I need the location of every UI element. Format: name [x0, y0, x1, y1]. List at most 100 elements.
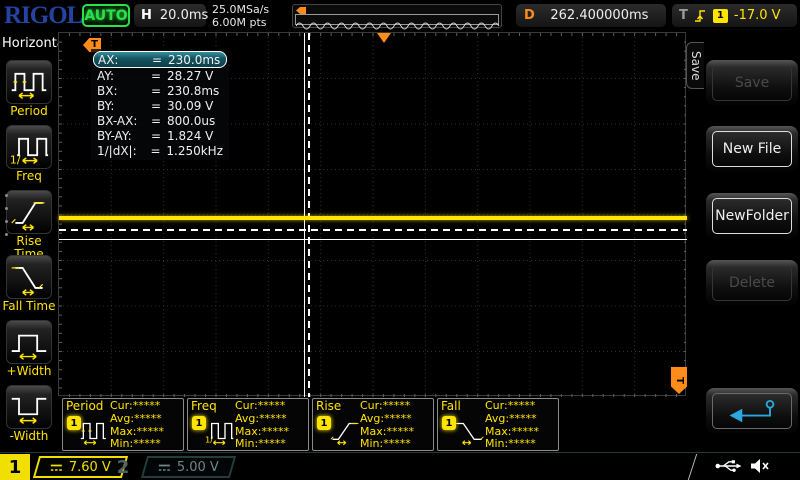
freq-key[interactable]: 1/ [6, 125, 52, 169]
menu-item-fall-time[interactable]: Fall Time [0, 255, 58, 313]
rigol-logo: RIGOL [4, 2, 82, 30]
channel2-scale-box: 5.00 V [141, 456, 236, 478]
minus-width-icon [8, 387, 50, 427]
speaker-muted-icon [750, 458, 770, 474]
horizontal-scale-box: H 20.0ms [134, 4, 206, 27]
svg-text:1/: 1/ [10, 153, 21, 166]
horizontal-scale-value: 20.0ms [160, 8, 208, 23]
new-file-button[interactable]: New File [706, 126, 798, 172]
memory-depth: 6.00M pts [212, 16, 269, 29]
status-bar-divider [688, 454, 697, 480]
trigger-delay-box: D 262.400000ms [516, 4, 666, 27]
fall-time-key[interactable] [6, 255, 52, 299]
channel-status-bar: 1 7.60 V 2 5.00 V [0, 452, 800, 480]
period-icon [8, 62, 50, 102]
channel2-scale: 5.00 V [177, 460, 219, 475]
channel-badge: 1 [317, 416, 331, 430]
fall-time-icon [8, 257, 50, 297]
cursor-row-ay: AY:=28.27 V [93, 68, 227, 83]
cursor-row-by: BY:=30.09 V [93, 98, 227, 113]
new-folder-button[interactable]: NewFolder [706, 193, 798, 239]
return-arrow-icon [722, 398, 782, 424]
cursor-row-inverse-dx: 1/|dX|:=1.250kHz [93, 143, 227, 158]
cursor-readout-panel: AX:=230.0ms AY:=28.27 V BX:=230.8ms BY:=… [91, 49, 229, 160]
trigger-info-box: T 1 -17.0 V [672, 4, 797, 27]
delete-button[interactable]: Delete [706, 260, 798, 306]
dc-coupling-icon [158, 462, 171, 472]
status-icons [714, 458, 770, 474]
channel-badge: 1 [67, 416, 81, 430]
menu-item-label: -Width [0, 430, 58, 443]
horizontal-label: H [141, 8, 152, 23]
measure-panel-rise[interactable]: Rise 1 Cur:***** Avg:***** Max:***** Min… [312, 398, 434, 451]
menu-item-plus-width[interactable]: +Width [0, 320, 58, 378]
cursor-b-horizontal-line[interactable] [59, 229, 687, 231]
freq-icon: 1/ [8, 127, 50, 167]
usb-icon [714, 458, 742, 474]
menu-item-period[interactable]: Period [0, 60, 58, 118]
left-menu-horizontal: Horizontal Period 1/ Freq [0, 32, 58, 452]
channel1-scale: 7.60 V [69, 460, 111, 475]
back-button[interactable] [706, 388, 798, 434]
dc-coupling-icon [50, 462, 63, 472]
period-icon [80, 414, 110, 448]
sample-rate: 25.0MSa/s [212, 3, 269, 16]
measure-panel-freq[interactable]: Freq 1 1/ Cur:***** Avg:***** Max:***** … [187, 398, 309, 451]
delay-value: 262.400000ms [541, 8, 658, 23]
rise-time-icon [8, 192, 50, 232]
trigger-level-value: -17.0 V [734, 8, 781, 23]
cursor-a-vertical-line[interactable] [304, 33, 305, 397]
menu-item-minus-width[interactable]: -Width [0, 385, 58, 443]
menu-item-freq[interactable]: 1/ Freq [0, 125, 58, 183]
menu-item-rise-time[interactable]: Rise Time [0, 190, 58, 261]
menu-item-label: Fall Time [0, 300, 58, 313]
delay-label: D [524, 8, 535, 23]
menu-scroll-indicator [5, 194, 8, 246]
waveform-preview[interactable] [292, 4, 502, 28]
rise-time-key[interactable] [6, 190, 52, 234]
top-status-bar: RIGOL AUTO H 20.0ms 25.0MSa/s 6.00M pts … [0, 0, 800, 32]
channel-badge: 1 [442, 416, 456, 430]
channel2-number: 2 [108, 454, 138, 480]
trigger-position-marker-icon[interactable] [377, 33, 391, 43]
freq-icon: 1/ [205, 414, 235, 448]
menu-item-label: Period [0, 105, 58, 118]
run-status-badge: AUTO [82, 4, 130, 27]
save-menu: Save Save New File NewFolder Delete [686, 32, 800, 452]
minus-width-key[interactable] [6, 385, 52, 429]
rising-edge-icon [694, 8, 707, 23]
graticule-display: T T AX:=230.0ms AY:=28.27 V BX:=230.8ms … [58, 32, 686, 396]
channel1-number: 1 [0, 454, 30, 480]
cursor-b-vertical-line[interactable] [308, 33, 310, 397]
save-button[interactable]: Save [706, 60, 798, 106]
period-key[interactable] [6, 60, 52, 104]
preview-window [295, 14, 499, 25]
channel-badge: 1 [192, 416, 206, 430]
menu-item-label: Freq [0, 170, 58, 183]
measure-stats: Cur:***** Avg:***** Max:***** Min:***** [235, 400, 289, 451]
measure-stats: Cur:***** Avg:***** Max:***** Min:***** [110, 400, 164, 451]
cursor-row-by-ay: BY-AY:=1.824 V [93, 128, 227, 143]
plus-width-key[interactable] [6, 320, 52, 364]
menu-tab-save: Save [686, 42, 704, 89]
trigger-label: T [679, 8, 688, 23]
fall-icon [455, 414, 485, 448]
cursor-row-ax[interactable]: AX:=230.0ms [93, 51, 227, 68]
svg-text:1/: 1/ [205, 435, 213, 445]
measure-panel-fall[interactable]: Fall 1 Cur:***** Avg:***** Max:***** Min… [437, 398, 559, 451]
measurement-strip: Period 1 Cur:***** Avg:***** Max:***** M… [58, 398, 686, 452]
oscilloscope-screen: RIGOL AUTO H 20.0ms 25.0MSa/s 6.00M pts … [0, 0, 800, 480]
acquisition-info: 25.0MSa/s 6.00M pts [212, 3, 269, 29]
preview-waveform-icon [296, 19, 500, 30]
preview-trigger-icon [296, 7, 306, 14]
menu-item-label: +Width [0, 365, 58, 378]
trigger-source-badge: 1 [713, 9, 728, 23]
cursor-row-bx: BX:=230.8ms [93, 83, 227, 98]
measure-stats: Cur:***** Avg:***** Max:***** Min:***** [485, 400, 539, 451]
plus-width-icon [8, 322, 50, 362]
cursor-a-horizontal-line[interactable] [59, 239, 687, 240]
channel2-tab[interactable]: 2 5.00 V [108, 454, 233, 480]
cursor-row-bx-ax: BX-AX:=800.0us [93, 113, 227, 128]
channel1-tab[interactable]: 1 7.60 V [0, 454, 125, 480]
measure-panel-period[interactable]: Period 1 Cur:***** Avg:***** Max:***** M… [62, 398, 184, 451]
